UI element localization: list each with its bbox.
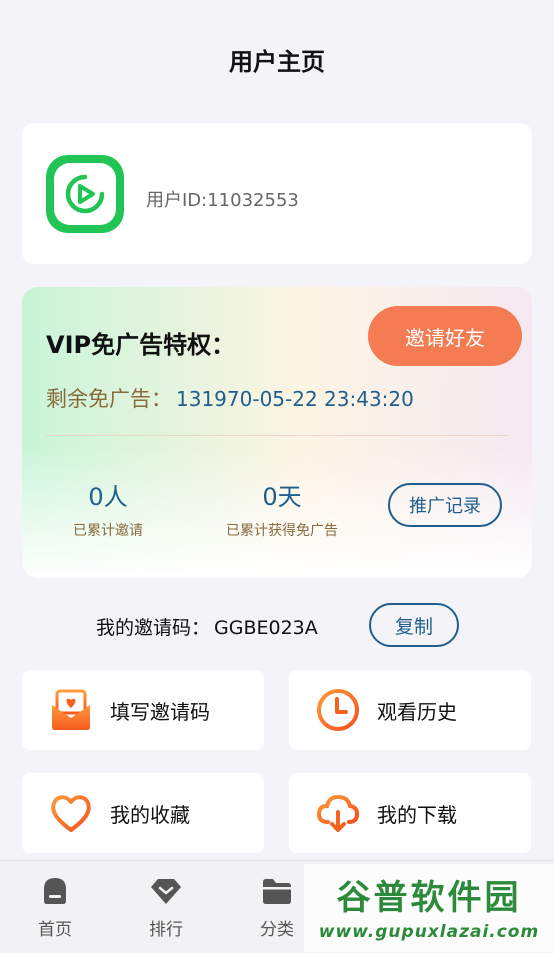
tile-label: 我的收藏 bbox=[110, 802, 190, 827]
tile-label: 我的下载 bbox=[377, 802, 457, 827]
tile-label: 观看历史 bbox=[377, 699, 457, 724]
nav-ranking[interactable]: 排行 bbox=[121, 873, 211, 940]
nav-home[interactable]: 首页 bbox=[10, 873, 100, 940]
page-title: 用户主页 bbox=[229, 48, 325, 76]
remaining-label: 剩余免广告： bbox=[46, 387, 172, 411]
watermark-text: 谷普软件园 bbox=[336, 878, 522, 918]
watermark-url: www.gupuxlazai.com bbox=[318, 922, 540, 942]
vip-title: VIP免广告特权： bbox=[46, 331, 236, 359]
home-icon bbox=[44, 878, 66, 904]
copy-button[interactable]: 复制 bbox=[369, 603, 459, 647]
tile-my-downloads[interactable]: 我的下载 bbox=[289, 773, 531, 853]
diamond-icon bbox=[151, 879, 181, 904]
envelope-heart-icon bbox=[52, 689, 90, 730]
invite-code-label: 我的邀请码： bbox=[96, 617, 211, 639]
clock-icon bbox=[317, 689, 359, 731]
cloud-download-icon bbox=[316, 794, 360, 832]
tile-label: 填写邀请码 bbox=[110, 699, 210, 724]
vip-card: VIP免广告特权： 邀请好友 剩余免广告： 131970-05-22 23:43:… bbox=[22, 287, 532, 578]
nav-label: 排行 bbox=[149, 920, 183, 940]
tile-watch-history[interactable]: 观看历史 bbox=[289, 670, 531, 750]
invited-stat: 0人 已累计邀请 bbox=[46, 477, 170, 540]
promo-records-button[interactable]: 推广记录 bbox=[388, 483, 502, 527]
invite-friends-button[interactable]: 邀请好友 bbox=[368, 306, 522, 366]
divider bbox=[46, 435, 508, 436]
invited-count: 0人 bbox=[88, 483, 128, 511]
ad-free-days-label: 已累计获得免广告 bbox=[226, 523, 338, 539]
user-id: 用户ID:11032553 bbox=[146, 190, 299, 211]
avatar[interactable] bbox=[46, 155, 124, 233]
ad-free-days: 0天 bbox=[262, 483, 302, 511]
invite-code-value: GGBE023A bbox=[214, 617, 318, 639]
remaining-ad-free: 剩余免广告： 131970-05-22 23:43:20 bbox=[46, 383, 414, 413]
remaining-value: 131970-05-22 23:43:20 bbox=[176, 387, 414, 411]
invited-label: 已累计邀请 bbox=[73, 523, 143, 539]
folder-icon bbox=[263, 879, 291, 904]
watermark: 谷普软件园 www.gupuxlazai.com bbox=[304, 864, 554, 952]
invite-code: 我的邀请码： GGBE023A bbox=[96, 613, 318, 640]
tile-my-favorites[interactable]: 我的收藏 bbox=[22, 773, 264, 853]
heart-icon bbox=[51, 795, 91, 832]
play-logo-icon bbox=[65, 174, 105, 214]
nav-label: 首页 bbox=[38, 920, 72, 940]
tile-enter-invite-code[interactable]: 填写邀请码 bbox=[22, 670, 264, 750]
ad-free-days-stat: 0天 已累计获得免广告 bbox=[202, 477, 362, 540]
user-card: 用户ID:11032553 bbox=[22, 123, 532, 264]
